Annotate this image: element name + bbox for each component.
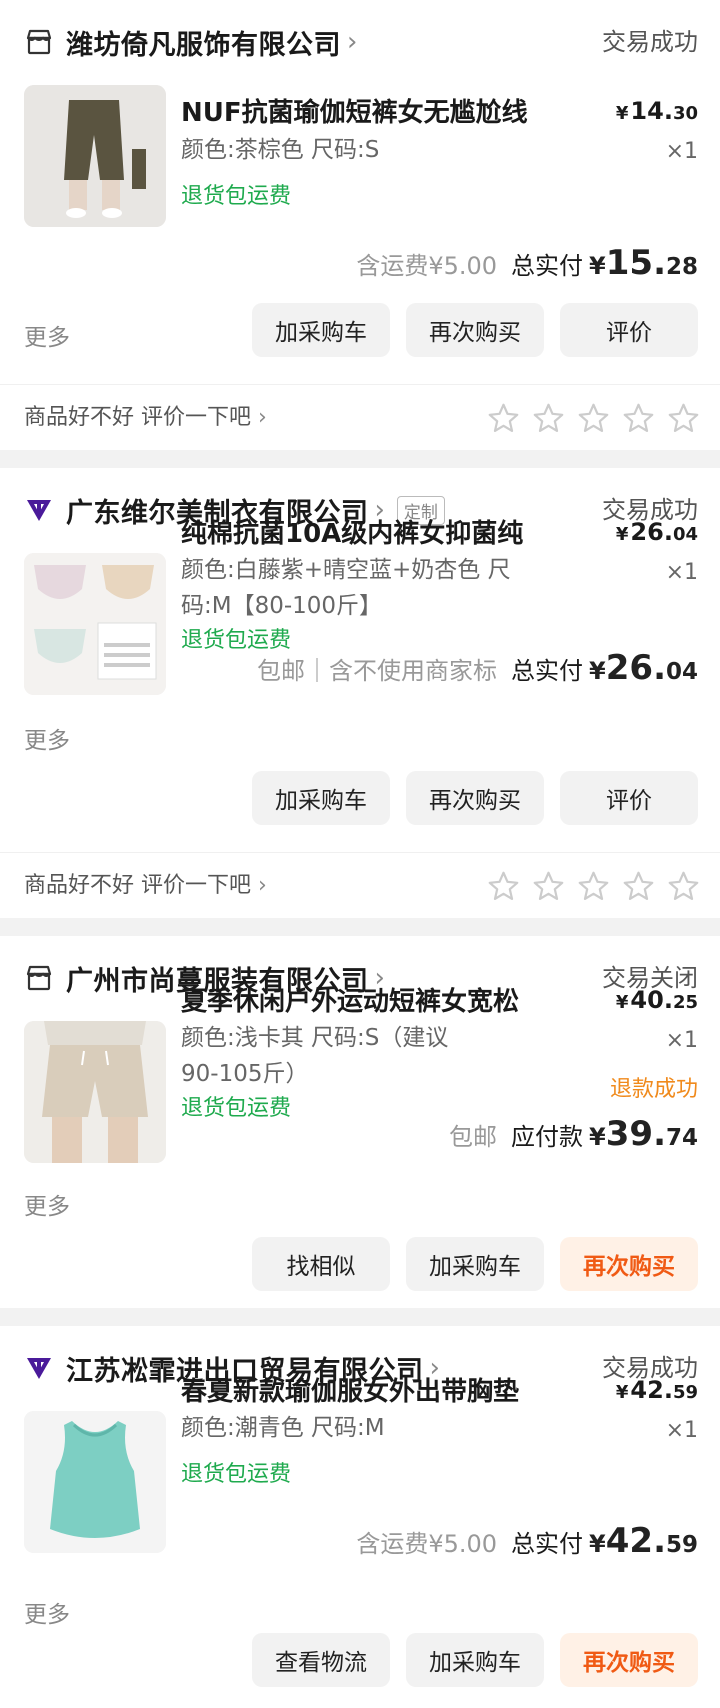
product-spec: 颜色:茶棕色 尺码:S xyxy=(181,137,380,163)
buy-again-button[interactable]: 再次购买 xyxy=(406,771,544,825)
buy-again-button[interactable]: 再次购买 xyxy=(560,1237,698,1291)
store-icon xyxy=(24,27,54,57)
order-card: 广州市尚蔓服装有限公司 › 交易关闭 夏季休闲户外运动短裤女宽松 颜色:浅卡其 … xyxy=(0,936,720,1308)
chevron-right-icon: › xyxy=(258,873,267,898)
unit-price: ¥42.59 xyxy=(615,1376,698,1404)
find-similar-button[interactable]: 找相似 xyxy=(252,1237,390,1291)
buy-again-button[interactable]: 再次购买 xyxy=(406,303,544,357)
more-button[interactable]: 更多 xyxy=(24,721,70,755)
refund-status: 退款成功 xyxy=(609,1077,698,1102)
tmall-icon xyxy=(24,495,54,525)
more-button[interactable]: 更多 xyxy=(24,1595,70,1629)
order-list: 潍坊倚凡服饰有限公司 › 交易成功 NUF抗菌瑜伽短裤女无尴尬线 颜色:茶棕色 … xyxy=(0,0,720,1708)
unit-price: ¥40.25 xyxy=(615,986,698,1014)
refund-shipping-badge: 退货包运费 xyxy=(181,184,292,209)
shipping-fee: 包邮｜含不使用商家标 xyxy=(257,657,498,685)
quantity: ×1 xyxy=(665,139,698,164)
product-image[interactable] xyxy=(24,85,166,227)
product-spec: 颜色:浅卡其 尺码:S（建议90-105斤） xyxy=(181,1025,449,1087)
star-icon[interactable] xyxy=(622,402,655,435)
refund-shipping-badge: 退货包运费 xyxy=(181,1462,292,1487)
star-icon[interactable] xyxy=(532,870,565,903)
order-total: 含运费¥5.00 总实付 ¥42. 59 xyxy=(356,1521,698,1561)
add-to-cart-button[interactable]: 加采购车 xyxy=(252,771,390,825)
star-icon[interactable] xyxy=(487,402,520,435)
unit-price: ¥14.30 xyxy=(615,97,698,125)
add-to-cart-button[interactable]: 加采购车 xyxy=(252,303,390,357)
order-status: 交易成功 xyxy=(602,28,698,56)
rating-stars[interactable] xyxy=(487,870,700,903)
store-icon xyxy=(24,963,54,993)
buy-again-button[interactable]: 再次购买 xyxy=(560,1633,698,1687)
review-button[interactable]: 评价 xyxy=(560,303,698,357)
star-icon[interactable] xyxy=(667,402,700,435)
more-button[interactable]: 更多 xyxy=(24,318,70,352)
star-icon[interactable] xyxy=(577,870,610,903)
review-prompt-bar[interactable]: 商品好不好 评价一下吧 › xyxy=(0,852,720,918)
shop-header[interactable]: 潍坊倚凡服饰有限公司 › xyxy=(24,20,357,64)
review-prompt: 商品好不好 评价一下吧 xyxy=(24,405,251,430)
shipping-fee: 含运费¥5.00 xyxy=(356,252,498,280)
quantity: ×1 xyxy=(665,560,698,585)
more-button[interactable]: 更多 xyxy=(24,1187,70,1221)
star-icon[interactable] xyxy=(487,870,520,903)
product-title[interactable]: NUF抗菌瑜伽短裤女无尴尬线 xyxy=(181,92,528,129)
shipping-fee: 包邮 xyxy=(449,1123,498,1151)
order-card: 江苏凇霏进出口贸易有限公司 › 交易成功 春夏新款瑜伽服女外出带胸垫 颜色:潮青… xyxy=(0,1326,720,1708)
order-total: 包邮｜含不使用商家标 总实付 ¥26. 04 xyxy=(257,648,698,688)
product-image[interactable] xyxy=(24,1021,166,1163)
product-title[interactable]: 纯棉抗菌10A级内裤女抑菌纯 xyxy=(181,513,523,550)
order-card: 广东维尔美制衣有限公司 › 定制 交易成功 纯棉抗菌10A级内裤女抑菌纯 颜色:… xyxy=(0,468,720,918)
tmall-icon xyxy=(24,1353,54,1383)
chevron-right-icon: › xyxy=(347,27,358,57)
product-image[interactable] xyxy=(24,1411,166,1553)
product-title[interactable]: 春夏新款瑜伽服女外出带胸垫 xyxy=(181,1371,519,1408)
unit-price: ¥26.04 xyxy=(615,518,698,546)
add-to-cart-button[interactable]: 加采购车 xyxy=(406,1633,544,1687)
star-icon[interactable] xyxy=(532,402,565,435)
order-total: 包邮 应付款 ¥39. 74 xyxy=(449,1114,698,1154)
product-spec: 颜色:白藤紫+晴空蓝+奶杏色 尺码:M【80-100斤】 xyxy=(181,557,511,619)
shop-name[interactable]: 潍坊倚凡服饰有限公司 xyxy=(66,23,341,62)
quantity: ×1 xyxy=(665,1028,698,1053)
star-icon[interactable] xyxy=(667,870,700,903)
quantity: ×1 xyxy=(665,1418,698,1443)
review-prompt: 商品好不好 评价一下吧 xyxy=(24,873,251,898)
review-prompt-bar[interactable]: 商品好不好 评价一下吧 › xyxy=(0,384,720,450)
rating-stars[interactable] xyxy=(487,402,700,435)
shipping-fee: 含运费¥5.00 xyxy=(356,1530,498,1558)
star-icon[interactable] xyxy=(622,870,655,903)
order-total: 含运费¥5.00 总实付 ¥15. 28 xyxy=(356,243,698,283)
chevron-right-icon: › xyxy=(258,405,267,430)
order-card: 潍坊倚凡服饰有限公司 › 交易成功 NUF抗菌瑜伽短裤女无尴尬线 颜色:茶棕色 … xyxy=(0,0,720,450)
add-to-cart-button[interactable]: 加采购车 xyxy=(406,1237,544,1291)
review-button[interactable]: 评价 xyxy=(560,771,698,825)
star-icon[interactable] xyxy=(577,402,610,435)
refund-shipping-badge: 退货包运费 xyxy=(181,1096,292,1121)
product-title[interactable]: 夏季休闲户外运动短裤女宽松 xyxy=(181,981,519,1018)
product-image[interactable] xyxy=(24,553,166,695)
view-logistics-button[interactable]: 查看物流 xyxy=(252,1633,390,1687)
product-spec: 颜色:潮青色 尺码:M xyxy=(181,1415,385,1441)
